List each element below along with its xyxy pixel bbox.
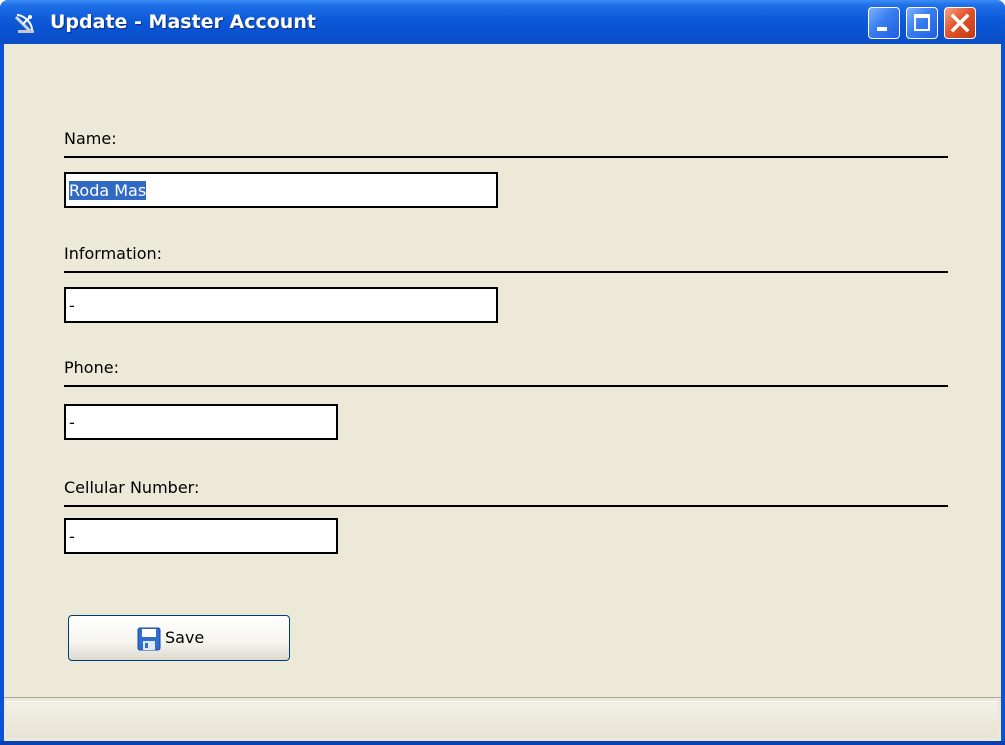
- cellular-number-label: Cellular Number:: [64, 478, 200, 497]
- phone-input-value: -: [69, 413, 75, 432]
- maximize-icon: [914, 14, 930, 31]
- minimize-button[interactable]: [868, 7, 900, 39]
- name-input-value: Roda Mas: [69, 181, 147, 200]
- save-button[interactable]: Save: [68, 615, 290, 661]
- cellular-number-divider: [64, 505, 948, 507]
- phone-input[interactable]: -: [64, 404, 338, 440]
- title-bar[interactable]: Update - Master Account: [0, 0, 1005, 44]
- maximize-button[interactable]: [906, 7, 938, 39]
- cellular-number-input-value: -: [69, 527, 75, 546]
- window-bottom-border: [0, 741, 1005, 745]
- status-bar: [4, 697, 1001, 741]
- name-input[interactable]: Roda Mas: [64, 172, 498, 208]
- satellite-dish-icon: [14, 14, 34, 33]
- floppy-disk-icon: [137, 627, 161, 651]
- cellular-number-input[interactable]: -: [64, 518, 338, 554]
- status-bar-panel: [6, 701, 997, 738]
- minimize-icon: [877, 27, 887, 31]
- phone-label: Phone:: [64, 358, 119, 377]
- name-label: Name:: [64, 129, 117, 148]
- information-label: Information:: [64, 244, 163, 263]
- information-divider: [64, 271, 948, 273]
- close-icon: [950, 13, 970, 33]
- window-title: Update - Master Account: [50, 11, 316, 33]
- application-window: Update - Master Account Name: Roda Mas I…: [0, 0, 1005, 745]
- save-button-label: Save: [165, 628, 205, 647]
- information-input-value: -: [69, 296, 75, 315]
- close-button[interactable]: [944, 7, 976, 39]
- information-input[interactable]: -: [64, 287, 498, 323]
- phone-divider: [64, 385, 948, 387]
- name-divider: [64, 156, 948, 158]
